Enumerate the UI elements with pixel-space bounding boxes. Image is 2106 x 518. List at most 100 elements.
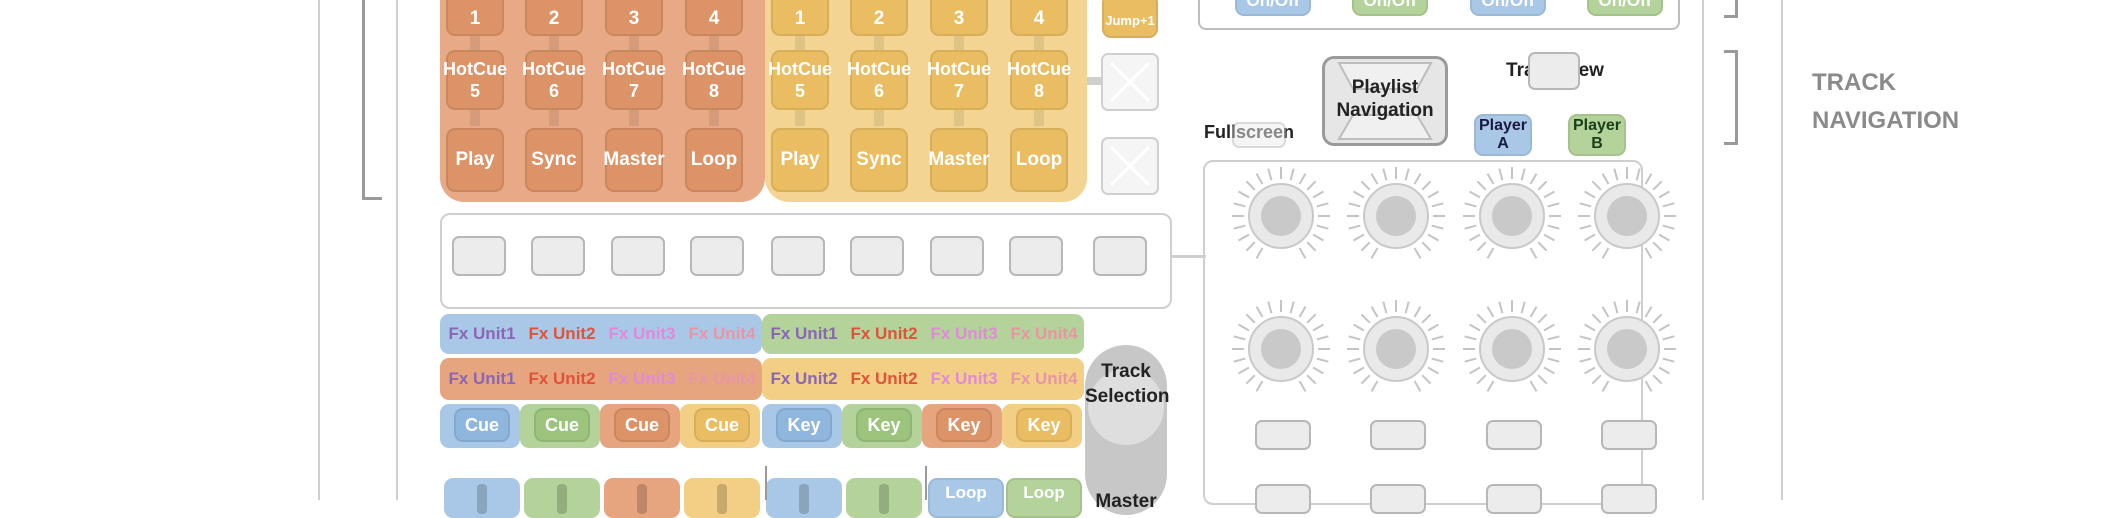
cue-button-2[interactable]: Cue [534,408,590,442]
pad-strip-button-8[interactable] [1009,236,1063,276]
deck_b-control-sync-button[interactable]: Sync [850,128,908,192]
bottom-slider-1[interactable] [444,478,520,518]
deck_b-hotcue-6-button[interactable]: HotCue 6 [847,50,911,110]
fx_row2_a-unit-4-button[interactable]: Fx Unit4 [684,361,760,397]
cue-button-4[interactable]: Cue [694,408,750,442]
rotary-knob-6[interactable] [1345,298,1447,400]
deck_a-control-sync-button[interactable]: Sync [525,128,583,192]
deck_a-control-play-button[interactable]: Play [446,128,504,192]
knob-area-button-4[interactable] [1601,420,1657,450]
knob-area-button-8[interactable] [1601,484,1657,514]
key-button-4[interactable]: Key [1016,408,1072,442]
fx_row1_b-unit-2-button[interactable]: Fx Unit2 [846,316,922,352]
deck_b-hotcue-7-button[interactable]: HotCue 7 [927,50,991,110]
deck_a-hotcue-8-button[interactable]: HotCue 8 [682,50,746,110]
deck_a-hotcue-2-button[interactable]: 2 [525,0,583,36]
fx_row2_b-unit-3-button[interactable]: Fx Unit3 [926,361,1002,397]
playlist-navigation-control[interactable]: Playlist Navigation [1322,56,1448,146]
deck_a-hotcue-3-button[interactable]: 3 [605,0,663,36]
cue-button-1[interactable]: Cue [454,408,510,442]
bottom-slider-5[interactable] [766,478,842,518]
unassigned-button-1[interactable] [1101,53,1159,111]
fx_row2_a-unit-1-button[interactable]: Fx Unit1 [444,361,520,397]
pad-connector [795,110,805,126]
pad-strip-button-4[interactable] [690,236,744,276]
track-selection-pill[interactable]: Track Selection Master [1085,345,1169,515]
pad-strip-button-2[interactable] [531,236,585,276]
outer-device-far-right-edge [1781,0,1783,500]
track-view-button[interactable] [1528,52,1580,90]
deck_a-control-loop-button[interactable]: Loop [685,128,743,192]
deck_a-hotcue-6-button[interactable]: HotCue 6 [522,50,586,110]
knob-area-button-3[interactable] [1486,420,1542,450]
deck_b-hotcue-4-button[interactable]: 4 [1010,0,1068,36]
knob-dial-icon [1347,300,1445,392]
bottom-slider-6[interactable] [846,478,922,518]
rotary-knob-1[interactable] [1230,165,1332,267]
rotary-knob-5[interactable] [1230,298,1332,400]
fx_row2_a-unit-2-button[interactable]: Fx Unit2 [524,361,600,397]
fx-onoff-button-1[interactable]: On/Off [1235,0,1311,16]
fx_row1_b-unit-1-button[interactable]: Fx Unit1 [766,316,842,352]
deck_b-hotcue-1-button[interactable]: 1 [771,0,829,36]
loop-button-2[interactable]: Loop [1006,478,1082,518]
loop-button-1[interactable]: Loop [928,478,1004,518]
pad-strip-button-3[interactable] [611,236,665,276]
key-button-1[interactable]: Key [776,408,832,442]
deck_a-hotcue-4-button[interactable]: 4 [685,0,743,36]
deck_b-control-loop-button[interactable]: Loop [1010,128,1068,192]
fx-onoff-button-3[interactable]: On/Off [1470,0,1546,16]
knob-area-button-5[interactable] [1255,484,1311,514]
fx_row1_a-unit-3-button[interactable]: Fx Unit3 [604,316,680,352]
pad-strip-button-6[interactable] [850,236,904,276]
player-a-button[interactable]: Player A [1474,114,1532,156]
rotary-knob-2[interactable] [1345,165,1447,267]
rotary-knob-3[interactable] [1461,165,1563,267]
deck_a-control-master-button[interactable]: Master [603,128,665,192]
fx_row1_b-unit-4-button[interactable]: Fx Unit4 [1006,316,1082,352]
bottom-slider-3[interactable] [604,478,680,518]
rotary-knob-8[interactable] [1576,298,1678,400]
fx-unit-label: Fx Unit1 [448,324,516,343]
deck_b-control-play-button[interactable]: Play [771,128,829,192]
pad-strip-button-1[interactable] [452,236,506,276]
fx_row2_a-unit-3-button[interactable]: Fx Unit3 [604,361,680,397]
deck_a-hotcue-1-button[interactable]: 1 [446,0,504,36]
bottom-slider-4[interactable] [684,478,760,518]
deck_b-control-master-button[interactable]: Master [928,128,990,192]
fx_row2_b-unit-4-button[interactable]: Fx Unit4 [1006,361,1082,397]
key-button-2[interactable]: Key [856,408,912,442]
fx-onoff-button-2[interactable]: On/Off [1352,0,1428,16]
deck_a-hotcue-7-button[interactable]: HotCue 7 [602,50,666,110]
key-button-3[interactable]: Key [936,408,992,442]
fx_row1_a-unit-1-button[interactable]: Fx Unit1 [444,316,520,352]
deck_b-hotcue-3-button[interactable]: 3 [930,0,988,36]
fx_row1_a-unit-2-button[interactable]: Fx Unit2 [524,316,600,352]
knob-area-button-2[interactable] [1370,420,1426,450]
beat-jump-button[interactable]: Jump+1 [1102,0,1158,38]
cue-button-3[interactable]: Cue [614,408,670,442]
master-label: Master [1095,491,1157,512]
deck_a-hotcue-5-button[interactable]: HotCue 5 [443,50,507,110]
fx-onoff-button-4[interactable]: On/Off [1587,0,1663,16]
fx_row2_b-unit-1-button[interactable]: Fx Unit2 [766,361,842,397]
deck_b-hotcue-5-button[interactable]: HotCue 5 [768,50,832,110]
player-b-button[interactable]: Player B [1568,114,1626,156]
knob-area-button-6[interactable] [1370,484,1426,514]
deck_b-hotcue-8-button[interactable]: HotCue 8 [1007,50,1071,110]
fx_row1_a-unit-4-button[interactable]: Fx Unit4 [684,316,760,352]
knob-dial-icon [1463,167,1561,259]
fx_row1_b-unit-3-button[interactable]: Fx Unit3 [926,316,1002,352]
fx_row2_b-unit-2-button[interactable]: Fx Unit2 [846,361,922,397]
knob-area-button-1[interactable] [1255,420,1311,450]
knob-area-button-7[interactable] [1486,484,1542,514]
pad-strip-button-7[interactable] [930,236,984,276]
bottom-slider-2[interactable] [524,478,600,518]
rotary-knob-7[interactable] [1461,298,1563,400]
rotary-knob-4[interactable] [1576,165,1678,267]
deck_b-hotcue-2-button[interactable]: 2 [850,0,908,36]
pad-strip-button-9[interactable] [1093,236,1147,276]
pad-strip-button-5[interactable] [771,236,825,276]
fullscreen-button[interactable] [1232,122,1286,148]
unassigned-button-2[interactable] [1101,137,1159,195]
